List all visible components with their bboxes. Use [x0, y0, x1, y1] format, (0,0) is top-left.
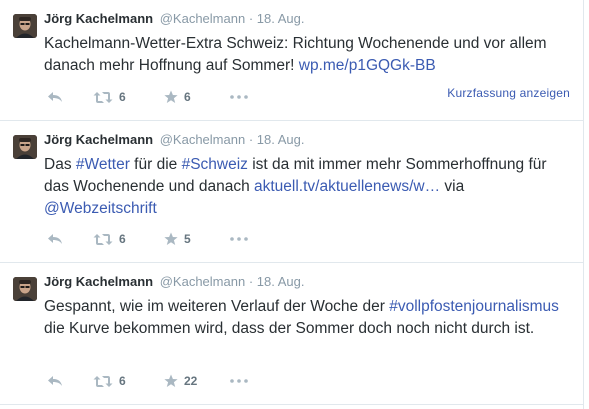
header-separator: · — [248, 11, 254, 26]
reply-arrow-icon — [47, 91, 63, 103]
tweet-header: Jörg Kachelmann @Kachelmann · 18. Aug. — [44, 131, 305, 149]
more-button[interactable] — [230, 229, 248, 249]
tweet[interactable]: Jörg Kachelmann @Kachelmann · 18. Aug. K… — [0, 0, 584, 121]
show-summary-link[interactable]: Kurzfassung anzeigen — [447, 86, 570, 100]
retweet-button[interactable]: 6 — [93, 87, 126, 107]
author-username[interactable]: @Kachelmann — [160, 274, 245, 289]
favorite-count: 22 — [184, 374, 198, 388]
url-link[interactable]: aktuell.tv/aktuellenews/w… — [254, 178, 440, 195]
tweet-text-part: für die — [129, 156, 182, 173]
three-dots-icon — [230, 379, 248, 383]
reply-button[interactable] — [47, 229, 63, 249]
header-separator: · — [248, 274, 254, 289]
hashtag-link[interactable]: #vollpfostenjournalismus — [389, 298, 559, 315]
favorite-button[interactable]: 22 — [164, 371, 197, 391]
three-dots-icon — [230, 95, 248, 99]
three-dots-icon — [230, 237, 248, 241]
author-fullname[interactable]: Jörg Kachelmann — [44, 274, 153, 289]
star-icon — [164, 374, 178, 388]
retweet-count: 6 — [119, 232, 126, 246]
favorite-count: 6 — [184, 90, 191, 104]
author-fullname[interactable]: Jörg Kachelmann — [44, 132, 153, 147]
hashtag-link[interactable]: #Schweiz — [182, 156, 248, 173]
tweet[interactable]: Jörg Kachelmann @Kachelmann · 18. Aug. G… — [0, 263, 584, 405]
tweet-text-part: Gespannt, wie im weiteren Verlauf der Wo… — [44, 298, 390, 315]
reply-arrow-icon — [47, 375, 63, 387]
tweet-text-part: die Kurve bekommen wird, dass der Sommer… — [44, 320, 535, 337]
url-link[interactable]: wp.me/p1GQGk-BB — [299, 57, 436, 74]
mention-link[interactable]: @Webzeitschrift — [44, 200, 157, 217]
tweet-timestamp[interactable]: 18. Aug. — [257, 132, 305, 147]
tweet-text-part: Das — [44, 156, 76, 173]
retweet-button[interactable]: 6 — [93, 371, 126, 391]
header-separator: · — [248, 132, 254, 147]
tweet-text: Das #Wetter für die #Schweiz ist da mit … — [44, 154, 574, 220]
author-username[interactable]: @Kachelmann — [160, 132, 245, 147]
favorite-button[interactable]: 5 — [164, 229, 191, 249]
tweet-text: Kachelmann-Wetter-Extra Schweiz: Richtun… — [44, 33, 574, 77]
star-icon — [164, 90, 178, 104]
reply-button[interactable] — [47, 371, 63, 391]
favorite-count: 5 — [184, 232, 191, 246]
tweet-text-part: Kachelmann-Wetter-Extra Schweiz: Richtun… — [44, 35, 547, 74]
avatar[interactable] — [13, 14, 37, 38]
more-button[interactable] — [230, 371, 248, 391]
retweet-button[interactable]: 6 — [93, 229, 126, 249]
avatar[interactable] — [13, 135, 37, 159]
tweet[interactable]: Jörg Kachelmann @Kachelmann · 18. Aug. D… — [0, 121, 584, 263]
star-icon — [164, 232, 178, 246]
retweet-arrows-icon — [93, 233, 113, 246]
retweet-count: 6 — [119, 90, 126, 104]
reply-arrow-icon — [47, 233, 63, 245]
tweet-text-part: via — [440, 178, 465, 195]
tweet-header: Jörg Kachelmann @Kachelmann · 18. Aug. — [44, 273, 305, 291]
reply-button[interactable] — [47, 87, 63, 107]
retweet-arrows-icon — [93, 375, 113, 388]
more-button[interactable] — [230, 87, 248, 107]
retweet-arrows-icon — [93, 91, 113, 104]
tweet-header: Jörg Kachelmann @Kachelmann · 18. Aug. — [44, 10, 305, 28]
avatar[interactable] — [13, 277, 37, 301]
author-username[interactable]: @Kachelmann — [160, 11, 245, 26]
tweet-timeline: Jörg Kachelmann @Kachelmann · 18. Aug. K… — [0, 0, 584, 409]
tweet-timestamp[interactable]: 18. Aug. — [257, 11, 305, 26]
author-fullname[interactable]: Jörg Kachelmann — [44, 11, 153, 26]
tweet-timestamp[interactable]: 18. Aug. — [257, 274, 305, 289]
tweet-text: Gespannt, wie im weiteren Verlauf der Wo… — [44, 296, 574, 340]
favorite-button[interactable]: 6 — [164, 87, 191, 107]
retweet-count: 6 — [119, 374, 126, 388]
hashtag-link[interactable]: #Wetter — [76, 156, 130, 173]
